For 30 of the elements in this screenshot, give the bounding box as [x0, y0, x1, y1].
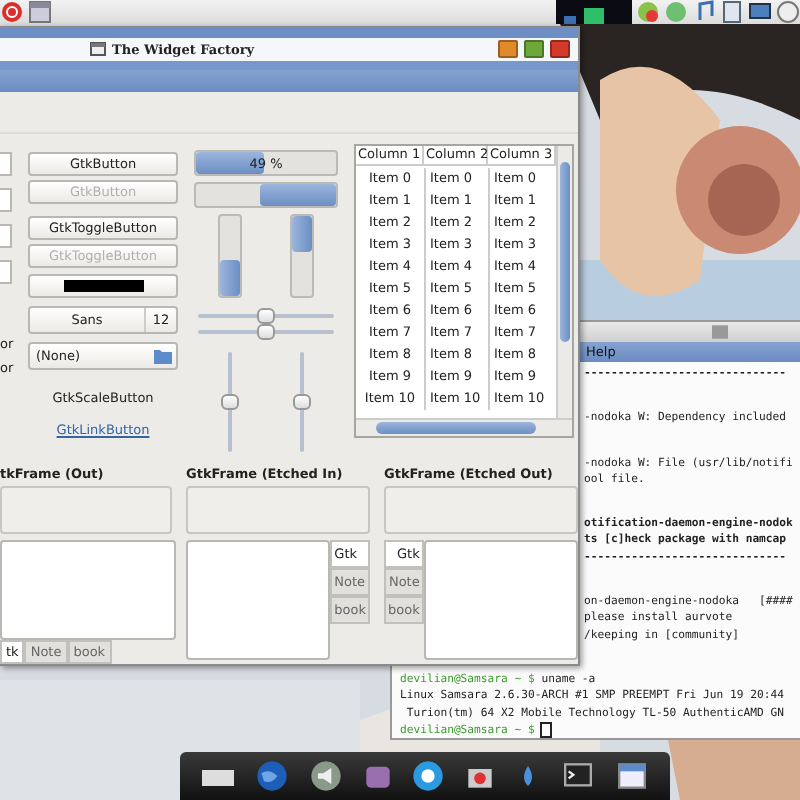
label-icon[interactable]	[202, 766, 235, 786]
horizontal-scrollbar[interactable]	[356, 418, 572, 436]
spin-button[interactable]	[0, 260, 12, 284]
skype-icon[interactable]	[412, 760, 445, 792]
power-icon[interactable]	[0, 0, 24, 24]
minimize-button[interactable]	[498, 40, 518, 58]
globe-icon[interactable]	[256, 760, 289, 792]
cpu-meter-icon	[556, 0, 632, 24]
speaker-icon[interactable]	[309, 760, 342, 792]
network-icon[interactable]	[636, 0, 660, 24]
window-icon[interactable]	[615, 762, 647, 790]
spin-button[interactable]	[0, 152, 12, 176]
spin-button[interactable]	[0, 224, 12, 248]
vertical-scrollbar[interactable]	[556, 146, 572, 418]
window-icon	[90, 42, 106, 56]
spin-button[interactable]	[0, 188, 12, 212]
monitor-icon[interactable]	[748, 0, 772, 24]
slider-thumb[interactable]	[293, 394, 311, 410]
slider-thumb[interactable]	[257, 324, 275, 340]
vertical-progress-bar	[218, 214, 242, 298]
maximize-button[interactable]	[524, 40, 544, 58]
clock-icon[interactable]	[776, 0, 800, 24]
folder-icon	[154, 348, 172, 364]
vertical-progress-bar	[290, 214, 314, 298]
close-button[interactable]	[550, 40, 570, 58]
slider-thumb[interactable]	[257, 308, 275, 324]
slider-thumb[interactable]	[221, 394, 239, 410]
color-button[interactable]	[28, 274, 178, 298]
progress-bar	[194, 182, 338, 208]
clipboard-icon[interactable]	[720, 0, 744, 24]
